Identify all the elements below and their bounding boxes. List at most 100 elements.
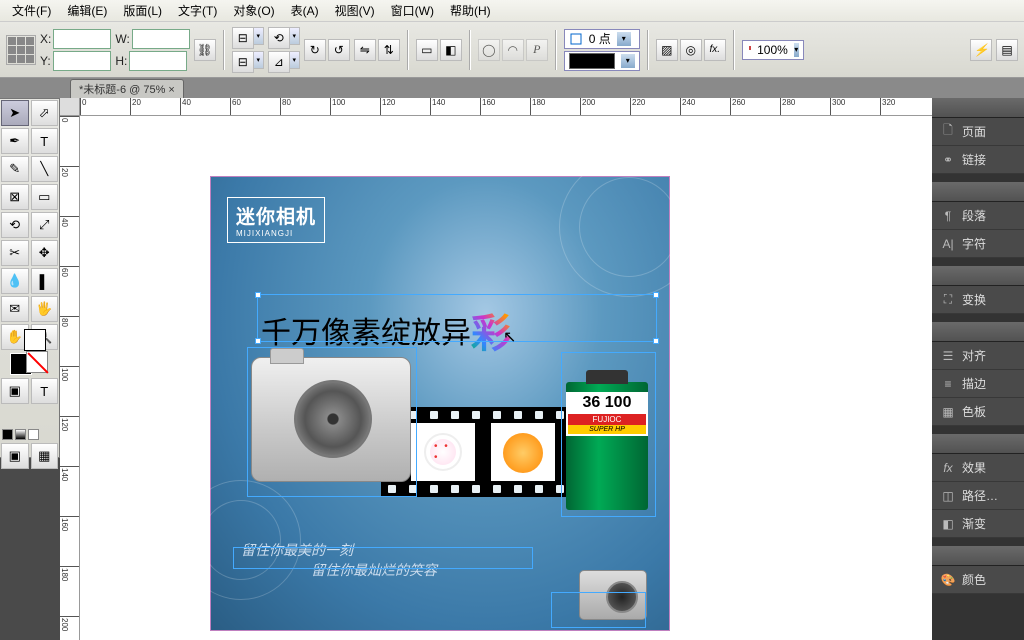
container-select-icon[interactable]: ▭	[416, 39, 438, 61]
menu-file[interactable]: 文件(F)	[4, 0, 59, 21]
panel-effects[interactable]: fx效果	[932, 454, 1024, 482]
drop-shadow-icon[interactable]: ▨	[656, 39, 678, 61]
panel-pathfinder[interactable]: ◫路径…	[932, 482, 1024, 510]
panel-swatches[interactable]: ▦色板	[932, 398, 1024, 426]
path-icon: ◫	[940, 489, 956, 503]
menu-window[interactable]: 窗口(W)	[383, 0, 442, 21]
flip-h-icon[interactable]: ⇋	[354, 39, 376, 61]
brand-cn-text: 迷你相机	[236, 202, 316, 229]
rectangle-tool[interactable]: ▭	[31, 184, 59, 210]
rotate-dropdown[interactable]: ▾	[290, 27, 300, 45]
gradient-icon: ◧	[940, 517, 956, 531]
scale-y-icon[interactable]: ⊟	[232, 51, 254, 73]
links-icon: ⚭	[940, 153, 956, 167]
reference-point-grid[interactable]	[6, 35, 36, 65]
document-tab[interactable]: *未标题-6 @ 75% ×	[70, 79, 184, 98]
fill-select[interactable]: ▾	[564, 51, 640, 71]
selection-tool[interactable]: ➤	[1, 100, 29, 126]
brand-en-text: MIJIXIANGJI	[236, 229, 316, 238]
panel-stroke[interactable]: ≡描边	[932, 370, 1024, 398]
color-icon: 🎨	[940, 573, 956, 587]
scale-x-dropdown[interactable]: ▾	[254, 27, 264, 45]
menu-view[interactable]: 视图(V)	[327, 0, 383, 21]
wrap-icon-2[interactable]: ◠	[502, 39, 524, 61]
normal-view-icon[interactable]: ▣	[1, 443, 29, 469]
stroke-icon: ≡	[940, 377, 956, 391]
panel-pages[interactable]: 🗋页面	[932, 118, 1024, 146]
w-label: W:	[115, 32, 129, 46]
apply-color-swatch[interactable]	[2, 429, 13, 440]
x-input[interactable]	[53, 29, 111, 49]
content-select-icon[interactable]: ◧	[440, 39, 462, 61]
shear-dropdown[interactable]: ▾	[290, 51, 300, 69]
format-text-icon[interactable]: T	[31, 378, 59, 404]
ad-artwork[interactable]: 迷你相机 MIJIXIANGJI 千万像素绽放异彩 36 100 FUJIOC …	[210, 176, 670, 631]
preview-view-icon[interactable]: ▦	[31, 443, 59, 469]
x-label: X:	[40, 32, 51, 46]
constrain-link-icon[interactable]: ⛓	[194, 39, 216, 61]
panel-character[interactable]: A|字符	[932, 230, 1024, 258]
type-tool[interactable]: T	[31, 128, 59, 154]
rotate-ccw-icon[interactable]: ↺	[328, 39, 350, 61]
quick-apply-icon[interactable]: ⚡	[970, 39, 992, 61]
menu-help[interactable]: 帮助(H)	[442, 0, 499, 21]
feather-icon[interactable]: ◎	[680, 39, 702, 61]
flip-v-icon[interactable]: ⇅	[378, 39, 400, 61]
brand-box: 迷你相机 MIJIXIANGJI	[227, 197, 325, 243]
apply-gradient-swatch[interactable]	[15, 429, 26, 440]
pencil-tool[interactable]: ✎	[1, 156, 29, 182]
shear-icon[interactable]: ⊿	[268, 51, 290, 73]
direct-selection-tool[interactable]: ⬀	[31, 100, 59, 126]
swatches-icon: ▦	[940, 405, 956, 419]
canvas[interactable]: 迷你相机 MIJIXIANGJI 千万像素绽放异彩 36 100 FUJIOC …	[80, 116, 932, 640]
w-input[interactable]	[132, 29, 190, 49]
stroke-select[interactable]: 0 点▾	[564, 29, 640, 49]
panel-gradient[interactable]: ◧渐变	[932, 510, 1024, 538]
panel-links[interactable]: ⚭链接	[932, 146, 1024, 174]
format-container-icon[interactable]: ▣	[1, 378, 29, 404]
y-label: Y:	[40, 54, 51, 68]
fill-swatch	[569, 53, 615, 69]
vertical-ruler[interactable]: 020406080100120140160180200	[60, 116, 80, 640]
rotate-icon[interactable]: ⟲	[268, 27, 290, 49]
scale-x-icon[interactable]: ⊟	[232, 27, 254, 49]
menu-layout[interactable]: 版面(L)	[115, 0, 170, 21]
menu-edit[interactable]: 编辑(E)	[59, 0, 115, 21]
scale-tool[interactable]: ⤢	[31, 212, 59, 238]
menu-text[interactable]: 文字(T)	[170, 0, 225, 21]
line-tool[interactable]: ╲	[31, 156, 59, 182]
menu-object[interactable]: 对象(O)	[225, 0, 282, 21]
pages-icon: 🗋	[940, 125, 956, 139]
free-transform-tool[interactable]: ✥	[31, 240, 59, 266]
horizontal-ruler[interactable]: 0204060801001201401601802002202402602803…	[80, 98, 932, 116]
panel-paragraph[interactable]: ¶段落	[932, 202, 1024, 230]
note-tool[interactable]: ✉	[1, 296, 29, 322]
panel-transform[interactable]: ⛶变换	[932, 286, 1024, 314]
ruler-origin[interactable]	[60, 98, 80, 116]
scissors-tool[interactable]: ✂	[1, 240, 29, 266]
zoom-select[interactable]: 100%▾	[742, 40, 804, 60]
rotate-tool[interactable]: ⟲	[1, 212, 29, 238]
wrap-icon-1[interactable]: ◯	[478, 39, 500, 61]
fx-icon[interactable]: fx.	[704, 39, 726, 61]
toolbox: ➤⬀ ✒T ✎╲ ⊠▭ ⟲⤢ ✂✥ 💧▌ ✉🖐 ✋🔍 ▣T ▣▦	[0, 98, 60, 458]
rotate-cw-icon[interactable]: ↻	[304, 39, 326, 61]
apply-none-swatch[interactable]	[28, 429, 39, 440]
h-input[interactable]	[129, 51, 187, 71]
gradient-tool[interactable]: ▌	[31, 268, 59, 294]
document-tab-bar: *未标题-6 @ 75% ×	[0, 78, 1024, 98]
scale-y-dropdown[interactable]: ▾	[254, 51, 264, 69]
panel-menu-icon[interactable]: ▤	[996, 39, 1018, 61]
pen-tool[interactable]: ✒	[1, 128, 29, 154]
character-icon: A|	[940, 237, 956, 251]
menu-table[interactable]: 表(A)	[283, 0, 327, 21]
wrap-icon-3[interactable]: P	[526, 39, 548, 61]
menu-bar: 文件(F) 编辑(E) 版面(L) 文字(T) 对象(O) 表(A) 视图(V)…	[0, 0, 1024, 22]
y-input[interactable]	[53, 51, 111, 71]
eyedropper-tool[interactable]: 💧	[1, 268, 29, 294]
rectangle-frame-tool[interactable]: ⊠	[1, 184, 29, 210]
measure-tool[interactable]: 🖐	[31, 296, 59, 322]
panel-color[interactable]: 🎨颜色	[932, 566, 1024, 594]
control-bar: X: Y: W: H: ⛓ ⊟▾ ⊟▾ ⟲▾ ⊿▾ ↻ ↺ ⇋ ⇅ ▭ ◧ ◯ …	[0, 22, 1024, 78]
panel-align[interactable]: ☰对齐	[932, 342, 1024, 370]
